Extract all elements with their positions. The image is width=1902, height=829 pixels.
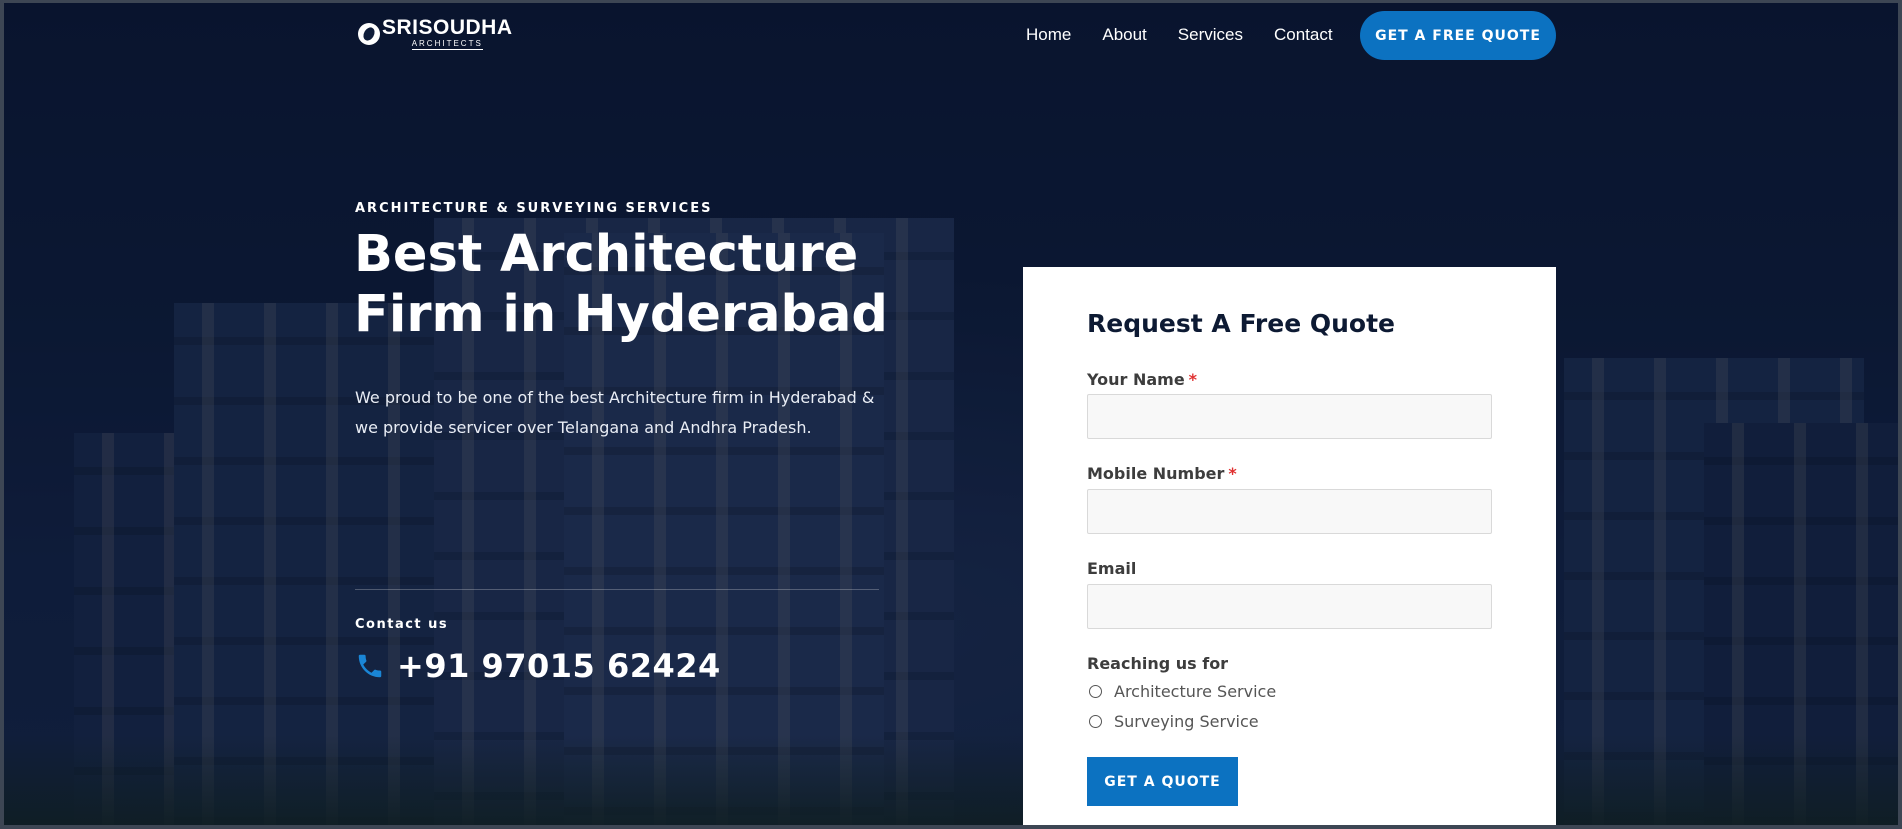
radio-architecture-service[interactable]: Architecture Service — [1089, 682, 1276, 701]
radio-button[interactable] — [1089, 685, 1102, 698]
hero-headline: Best Architecture Firm in Hyderabad — [354, 225, 914, 345]
ground-shade — [4, 735, 1898, 825]
email-label-text: Email — [1087, 559, 1137, 578]
logo-mark-icon — [358, 22, 380, 45]
phone-link[interactable]: +91 97015 62424 — [355, 647, 721, 685]
nav-item-about[interactable]: About — [1102, 25, 1146, 45]
mobile-label-text: Mobile Number — [1087, 464, 1225, 483]
phone-icon — [358, 654, 382, 678]
contact-label: Contact us — [355, 617, 449, 632]
radio-label: Surveying Service — [1114, 712, 1259, 731]
logo-text: SRISOUDHA ARCHITECTS — [382, 17, 513, 50]
nav-item-home[interactable]: Home — [1026, 25, 1071, 45]
main-nav: Home About Services Contact — [1026, 25, 1364, 45]
required-mark: * — [1228, 464, 1237, 483]
get-a-quote-button[interactable]: GET A QUOTE — [1087, 757, 1238, 806]
email-input[interactable] — [1087, 584, 1492, 629]
brand-logo[interactable]: SRISOUDHA ARCHITECTS — [358, 17, 513, 50]
hero-background — [4, 3, 1898, 825]
hero-eyebrow: ARCHITECTURE & SURVEYING SERVICES — [355, 201, 713, 216]
headline-line-2: Firm in Hyderabad — [354, 285, 888, 344]
page-frame: SRISOUDHA ARCHITECTS Home About Services… — [0, 0, 1902, 829]
mobile-input[interactable] — [1087, 489, 1492, 534]
nav-item-contact[interactable]: Contact — [1274, 25, 1333, 45]
form-title: Request A Free Quote — [1087, 309, 1395, 338]
brand-name: SRISOUDHA — [382, 16, 513, 39]
phone-number[interactable]: +91 97015 62424 — [397, 647, 721, 685]
quote-form-card: Request A Free Quote Your Name * Mobile N… — [1023, 267, 1556, 825]
get-free-quote-button[interactable]: GET A FREE QUOTE — [1360, 11, 1556, 60]
email-label: Email — [1087, 559, 1136, 578]
name-label-text: Your Name — [1087, 370, 1185, 389]
radio-label: Architecture Service — [1114, 682, 1277, 701]
brand-tagline: ARCHITECTS — [411, 39, 483, 50]
reason-label: Reaching us for — [1087, 654, 1229, 673]
name-label: Your Name * — [1087, 370, 1197, 389]
divider — [355, 589, 879, 590]
nav-item-services[interactable]: Services — [1178, 25, 1243, 45]
required-mark: * — [1188, 370, 1198, 389]
mobile-label: Mobile Number * — [1087, 464, 1237, 483]
hero-lead: We proud to be one of the best Architect… — [355, 388, 875, 437]
name-input[interactable] — [1087, 394, 1492, 439]
hero-overlay — [4, 3, 1898, 825]
headline-line-1: Best Architecture — [354, 225, 859, 284]
radio-surveying-service[interactable]: Surveying Service — [1089, 712, 1259, 731]
radio-button[interactable] — [1089, 715, 1102, 728]
